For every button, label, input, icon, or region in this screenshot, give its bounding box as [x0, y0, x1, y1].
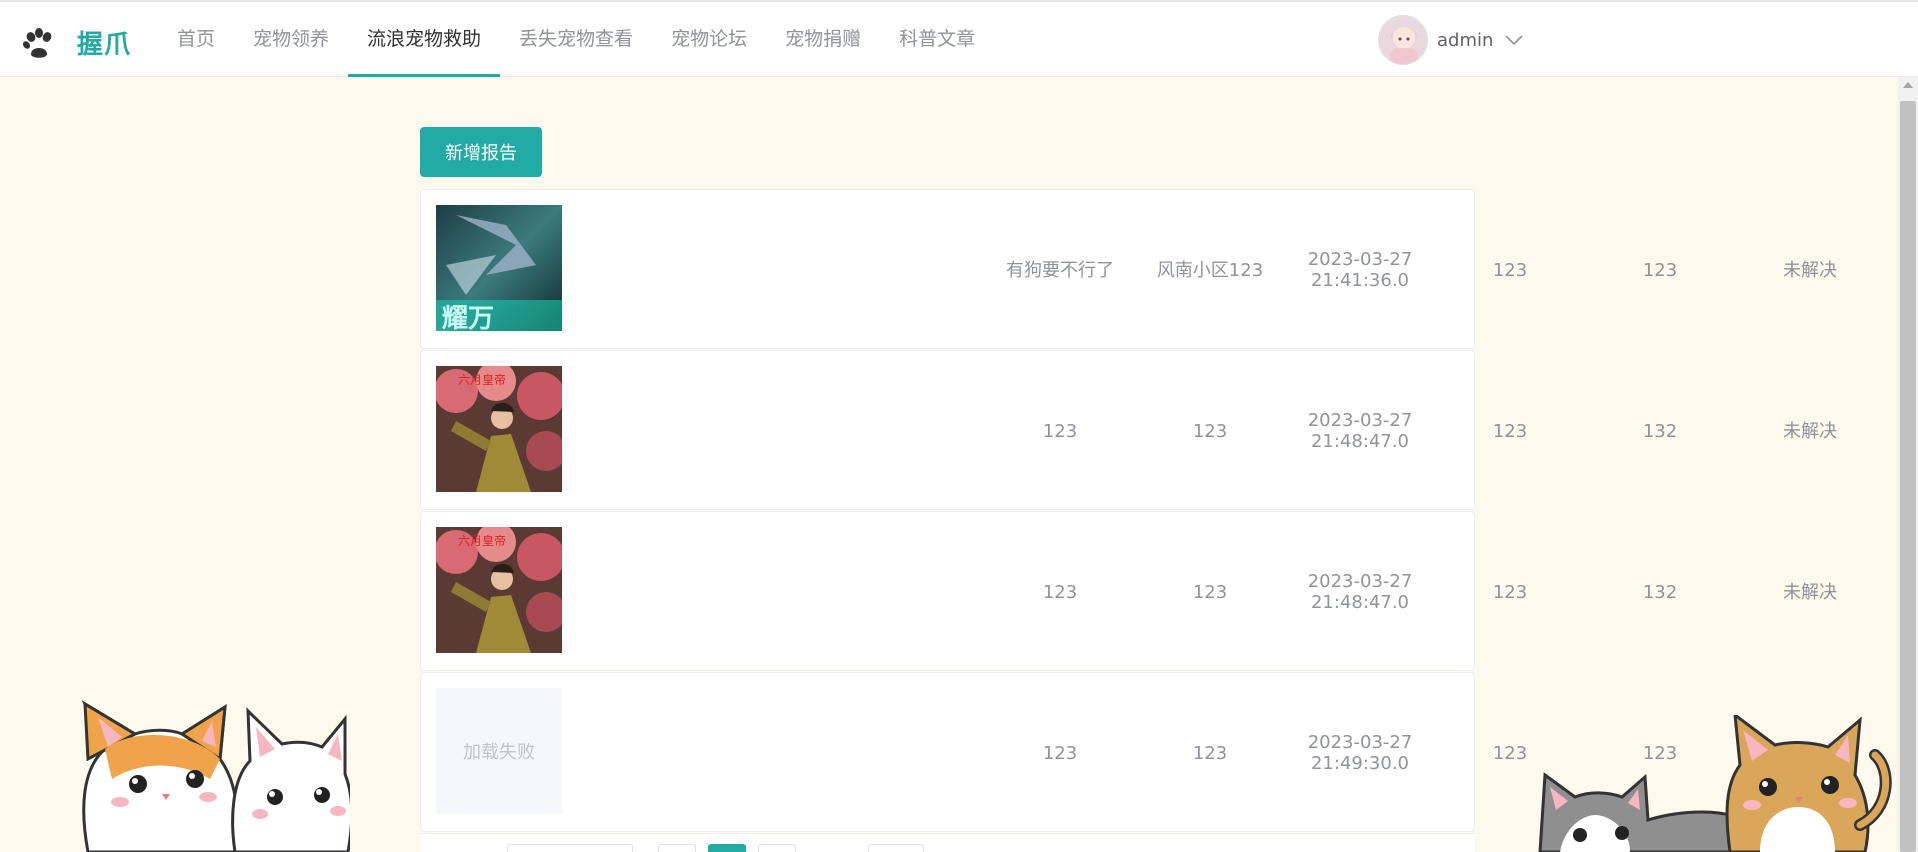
report-title: 123 [1042, 742, 1078, 764]
report-time: 2023-03-27 21:48:47.0 [1307, 410, 1413, 452]
report-row[interactable]: 六月皇帝 123 123 2023-03-27 21:48:47.0 123 1… [420, 511, 1837, 671]
cats-illustration-left [81, 700, 350, 852]
nav-item-home[interactable]: 首页 [158, 2, 234, 77]
scroll-up-icon[interactable] [1903, 82, 1913, 88]
report-thumbnail[interactable]: 耀万 [436, 205, 562, 331]
report-row[interactable]: 六月皇帝 123 123 2023-03-27 21:48:47.0 123 1… [420, 350, 1837, 510]
nav-item-articles[interactable]: 科普文章 [880, 2, 994, 77]
main-content: 新增报告 耀万 有狗要不行了 风南小区123 2023-03-27 21:41:… [0, 77, 1918, 852]
page-size-select[interactable] [507, 844, 633, 852]
report-location: 风南小区123 [1156, 259, 1264, 281]
vertical-scrollbar[interactable] [1898, 77, 1918, 852]
cats-illustration-right [1538, 715, 1892, 852]
username[interactable]: admin [1437, 30, 1493, 51]
report-time: 2023-03-27 21:41:36.0 [1307, 249, 1413, 291]
prev-page-button[interactable] [658, 844, 696, 852]
report-time: 2023-03-27 21:48:47.0 [1307, 571, 1413, 613]
avatar[interactable] [1378, 15, 1428, 65]
report-field: 123 [1492, 420, 1528, 442]
report-list: 耀万 有狗要不行了 风南小区123 2023-03-27 21:41:36.0 … [420, 189, 1837, 833]
report-status: 未解决 [1783, 581, 1837, 603]
report-status: 未解决 [1783, 259, 1837, 281]
report-time: 2023-03-27 21:49:30.0 [1307, 732, 1413, 774]
report-field: 132 [1642, 581, 1678, 603]
nav-item-lost-pets[interactable]: 丢失宠物查看 [500, 2, 652, 77]
report-location: 123 [1192, 420, 1228, 442]
page-jump-input[interactable] [868, 844, 924, 852]
report-title: 123 [1042, 420, 1078, 442]
report-thumbnail[interactable]: 加载失败 [436, 688, 562, 814]
report-thumbnail[interactable]: 六月皇帝 [436, 527, 562, 653]
report-field: 132 [1642, 420, 1678, 442]
top-navbar: 握爪 首页 宠物领养 流浪宠物救助 丢失宠物查看 宠物论坛 宠物捐赠 科普文章 … [0, 0, 1918, 77]
image-load-failed: 加载失败 [436, 688, 562, 814]
add-report-button[interactable]: 新增报告 [420, 127, 542, 177]
brand-name[interactable]: 握爪 [77, 24, 131, 61]
nav-item-donation[interactable]: 宠物捐赠 [766, 2, 880, 77]
page-number[interactable] [758, 844, 796, 852]
svg-text:六月皇帝: 六月皇帝 [458, 533, 506, 548]
user-menu[interactable]: admin [1378, 14, 1523, 66]
nav-item-adoption[interactable]: 宠物领养 [234, 2, 348, 77]
report-location: 123 [1192, 742, 1228, 764]
svg-text:耀万: 耀万 [442, 304, 494, 331]
report-status: 未解决 [1783, 420, 1837, 442]
paw-icon[interactable] [22, 26, 56, 60]
nav-item-forum[interactable]: 宠物论坛 [652, 2, 766, 77]
report-thumbnail[interactable]: 六月皇帝 [436, 366, 562, 492]
report-title: 123 [1042, 581, 1078, 603]
report-row[interactable]: 耀万 有狗要不行了 风南小区123 2023-03-27 21:41:36.0 … [420, 189, 1837, 349]
report-title: 有狗要不行了 [1006, 259, 1114, 281]
report-row[interactable]: 加载失败 123 123 2023-03-27 21:49:30.0 123 1… [420, 672, 1837, 832]
chevron-down-icon[interactable] [1505, 34, 1523, 46]
report-field: 123 [1642, 259, 1678, 281]
main-nav: 首页 宠物领养 流浪宠物救助 丢失宠物查看 宠物论坛 宠物捐赠 科普文章 [158, 2, 994, 77]
report-field: 123 [1492, 581, 1528, 603]
page-number-active[interactable] [708, 844, 746, 852]
nav-item-stray-rescue[interactable]: 流浪宠物救助 [348, 2, 501, 77]
pagination [420, 833, 1475, 852]
report-field: 123 [1492, 259, 1528, 281]
scrollbar-thumb[interactable] [1900, 101, 1916, 852]
report-location: 123 [1192, 581, 1228, 603]
svg-text:六月皇帝: 六月皇帝 [458, 372, 506, 387]
